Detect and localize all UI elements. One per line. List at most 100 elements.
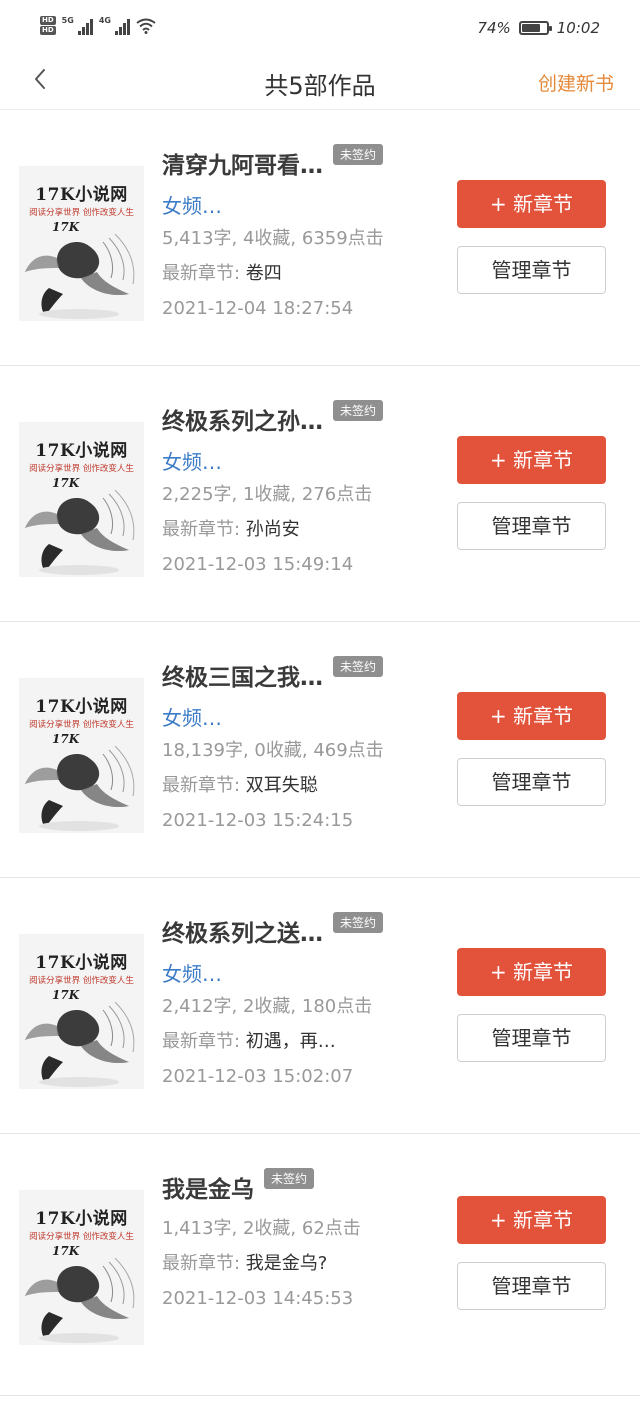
cover-brand: 17K小说网: [35, 697, 128, 717]
signal-icon: [77, 17, 93, 35]
goldfish-illustration-icon: [25, 233, 135, 319]
status-badge: 未签约: [333, 144, 384, 165]
manage-chapters-button[interactable]: 管理章节: [457, 1262, 606, 1310]
manage-chapters-button[interactable]: 管理章节: [457, 502, 606, 550]
book-item[interactable]: 17K小说网 阅读分享世界 创作改变人生 17K 终极系列之送… 未签约 女频… …: [0, 878, 640, 1134]
latest-chapter-label: 最新章节:: [162, 775, 246, 796]
book-cover[interactable]: 17K小说网 阅读分享世界 创作改变人生 17K: [19, 1190, 144, 1345]
book-title-row: 终极系列之送… 未签约: [162, 912, 442, 954]
book-info: 终极系列之孙… 未签约 女频… 2,225字, 1收藏, 276点击 最新章节: …: [162, 400, 442, 583]
wifi-icon: [136, 18, 156, 34]
new-chapter-button[interactable]: + 新章节: [457, 180, 606, 228]
clock: 10:02: [556, 19, 600, 37]
book-title[interactable]: 终极系列之孙…: [162, 402, 323, 436]
cover-slogan: 阅读分享世界 创作改变人生: [29, 976, 134, 986]
cover-brand: 17K小说网: [35, 185, 128, 205]
update-time: 2021-12-03 15:02:07: [162, 1066, 354, 1087]
book-category: 女频…: [162, 450, 222, 474]
book-category: 女频…: [162, 706, 222, 730]
book-cover[interactable]: 17K小说网 阅读分享世界 创作改变人生 17K: [19, 422, 144, 577]
book-stats: 1,413字, 2收藏, 62点击: [162, 1218, 361, 1239]
book-info: 清穿九阿哥看… 未签约 女频… 5,413字, 4收藏, 6359点击 最新章节:…: [162, 144, 442, 327]
latest-chapter-title[interactable]: 孙尚安: [246, 519, 300, 540]
status-badge: 未签约: [333, 400, 384, 421]
cover-slogan: 阅读分享世界 创作改变人生: [29, 464, 134, 474]
latest-chapter-label: 最新章节:: [162, 263, 246, 284]
book-cover[interactable]: 17K小说网 阅读分享世界 创作改变人生 17K: [19, 678, 144, 833]
book-list: 17K小说网 阅读分享世界 创作改变人生 17K 清穿九阿哥看… 未签约 女频… …: [0, 110, 640, 1396]
hd-badge: HD: [40, 26, 56, 35]
battery-icon: [518, 21, 552, 35]
update-time: 2021-12-03 15:24:15: [162, 810, 354, 831]
battery-fill: [521, 24, 540, 32]
status-bar: HD HD 5G 4G 74% 10:02: [0, 0, 640, 52]
signal-icon: [114, 17, 130, 35]
book-title[interactable]: 清穿九阿哥看…: [162, 146, 323, 180]
book-stats: 5,413字, 4收藏, 6359点击: [162, 228, 384, 249]
latest-chapter: 最新章节: 初遇，再…: [162, 1025, 442, 1059]
latest-chapter-label: 最新章节:: [162, 1031, 246, 1052]
cover-slogan: 阅读分享世界 创作改变人生: [29, 720, 134, 730]
cover-slogan: 阅读分享世界 创作改变人生: [29, 208, 134, 218]
book-category: 女频…: [162, 194, 222, 218]
book-item[interactable]: 17K小说网 阅读分享世界 创作改变人生 17K 我是金乌 未签约 1,413字,…: [0, 1134, 640, 1396]
hd-badges: HD HD: [40, 16, 56, 35]
latest-chapter: 最新章节: 孙尚安: [162, 513, 442, 547]
book-title-row: 我是金乌 未签约: [162, 1168, 442, 1210]
network-type-5g: 5G: [61, 16, 74, 25]
cover-brand: 17K小说网: [35, 953, 128, 973]
goldfish-illustration-icon: [25, 1001, 135, 1087]
book-title-row: 终极三国之我… 未签约: [162, 656, 442, 698]
book-info: 终极系列之送… 未签约 女频… 2,412字, 2收藏, 180点击 最新章节: …: [162, 912, 442, 1095]
book-cover[interactable]: 17K小说网 阅读分享世界 创作改变人生 17K: [19, 934, 144, 1089]
new-chapter-button[interactable]: + 新章节: [457, 948, 606, 996]
latest-chapter-label: 最新章节:: [162, 1253, 246, 1274]
latest-chapter-title[interactable]: 卷四: [246, 263, 282, 284]
new-chapter-button[interactable]: + 新章节: [457, 1196, 606, 1244]
update-time: 2021-12-03 14:45:53: [162, 1288, 354, 1309]
cover-brand: 17K小说网: [35, 441, 128, 461]
new-chapter-button[interactable]: + 新章节: [457, 436, 606, 484]
book-info: 我是金乌 未签约 1,413字, 2收藏, 62点击 最新章节: 我是金乌? 20…: [162, 1168, 442, 1317]
latest-chapter-title[interactable]: 初遇，再…: [246, 1031, 336, 1052]
book-cover[interactable]: 17K小说网 阅读分享世界 创作改变人生 17K: [19, 166, 144, 321]
status-badge: 未签约: [264, 1168, 315, 1189]
latest-chapter-label: 最新章节:: [162, 519, 246, 540]
update-time: 2021-12-03 15:49:14: [162, 554, 354, 575]
network-type-4g: 4G: [98, 16, 111, 25]
battery-percent: 74%: [477, 19, 511, 37]
latest-chapter-title[interactable]: 双耳失聪: [246, 775, 318, 796]
new-chapter-button[interactable]: + 新章节: [457, 692, 606, 740]
header: 共5部作品 创建新书: [0, 52, 640, 110]
book-title[interactable]: 终极三国之我…: [162, 658, 323, 692]
status-badge: 未签约: [333, 912, 384, 933]
book-info: 终极三国之我… 未签约 女频… 18,139字, 0收藏, 469点击 最新章节:…: [162, 656, 442, 839]
book-item[interactable]: 17K小说网 阅读分享世界 创作改变人生 17K 终极三国之我… 未签约 女频… …: [0, 622, 640, 878]
cover-slogan: 阅读分享世界 创作改变人生: [29, 1232, 134, 1242]
book-title[interactable]: 我是金乌: [162, 1170, 254, 1204]
book-item[interactable]: 17K小说网 阅读分享世界 创作改变人生 17K 终极系列之孙… 未签约 女频… …: [0, 366, 640, 622]
latest-chapter-title[interactable]: 我是金乌?: [246, 1253, 328, 1274]
book-title[interactable]: 终极系列之送…: [162, 914, 323, 948]
book-title-row: 终极系列之孙… 未签约: [162, 400, 442, 442]
manage-chapters-button[interactable]: 管理章节: [457, 1014, 606, 1062]
book-stats: 18,139字, 0收藏, 469点击: [162, 740, 384, 761]
goldfish-illustration-icon: [25, 1257, 135, 1343]
manage-chapters-button[interactable]: 管理章节: [457, 246, 606, 294]
cover-brand: 17K小说网: [35, 1209, 128, 1229]
goldfish-illustration-icon: [25, 745, 135, 831]
status-bar-right: 74% 10:02: [477, 19, 600, 37]
book-category: 女频…: [162, 962, 222, 986]
create-book-button[interactable]: 创建新书: [538, 69, 614, 96]
status-badge: 未签约: [333, 656, 384, 677]
status-bar-left: HD HD 5G 4G: [40, 16, 156, 35]
hd-badge: HD: [40, 16, 56, 25]
latest-chapter: 最新章节: 卷四: [162, 257, 442, 291]
book-item[interactable]: 17K小说网 阅读分享世界 创作改变人生 17K 清穿九阿哥看… 未签约 女频… …: [0, 110, 640, 366]
manage-chapters-button[interactable]: 管理章节: [457, 758, 606, 806]
latest-chapter: 最新章节: 我是金乌?: [162, 1247, 442, 1281]
latest-chapter: 最新章节: 双耳失聪: [162, 769, 442, 803]
book-stats: 2,225字, 1收藏, 276点击: [162, 484, 373, 505]
update-time: 2021-12-04 18:27:54: [162, 298, 354, 319]
goldfish-illustration-icon: [25, 489, 135, 575]
